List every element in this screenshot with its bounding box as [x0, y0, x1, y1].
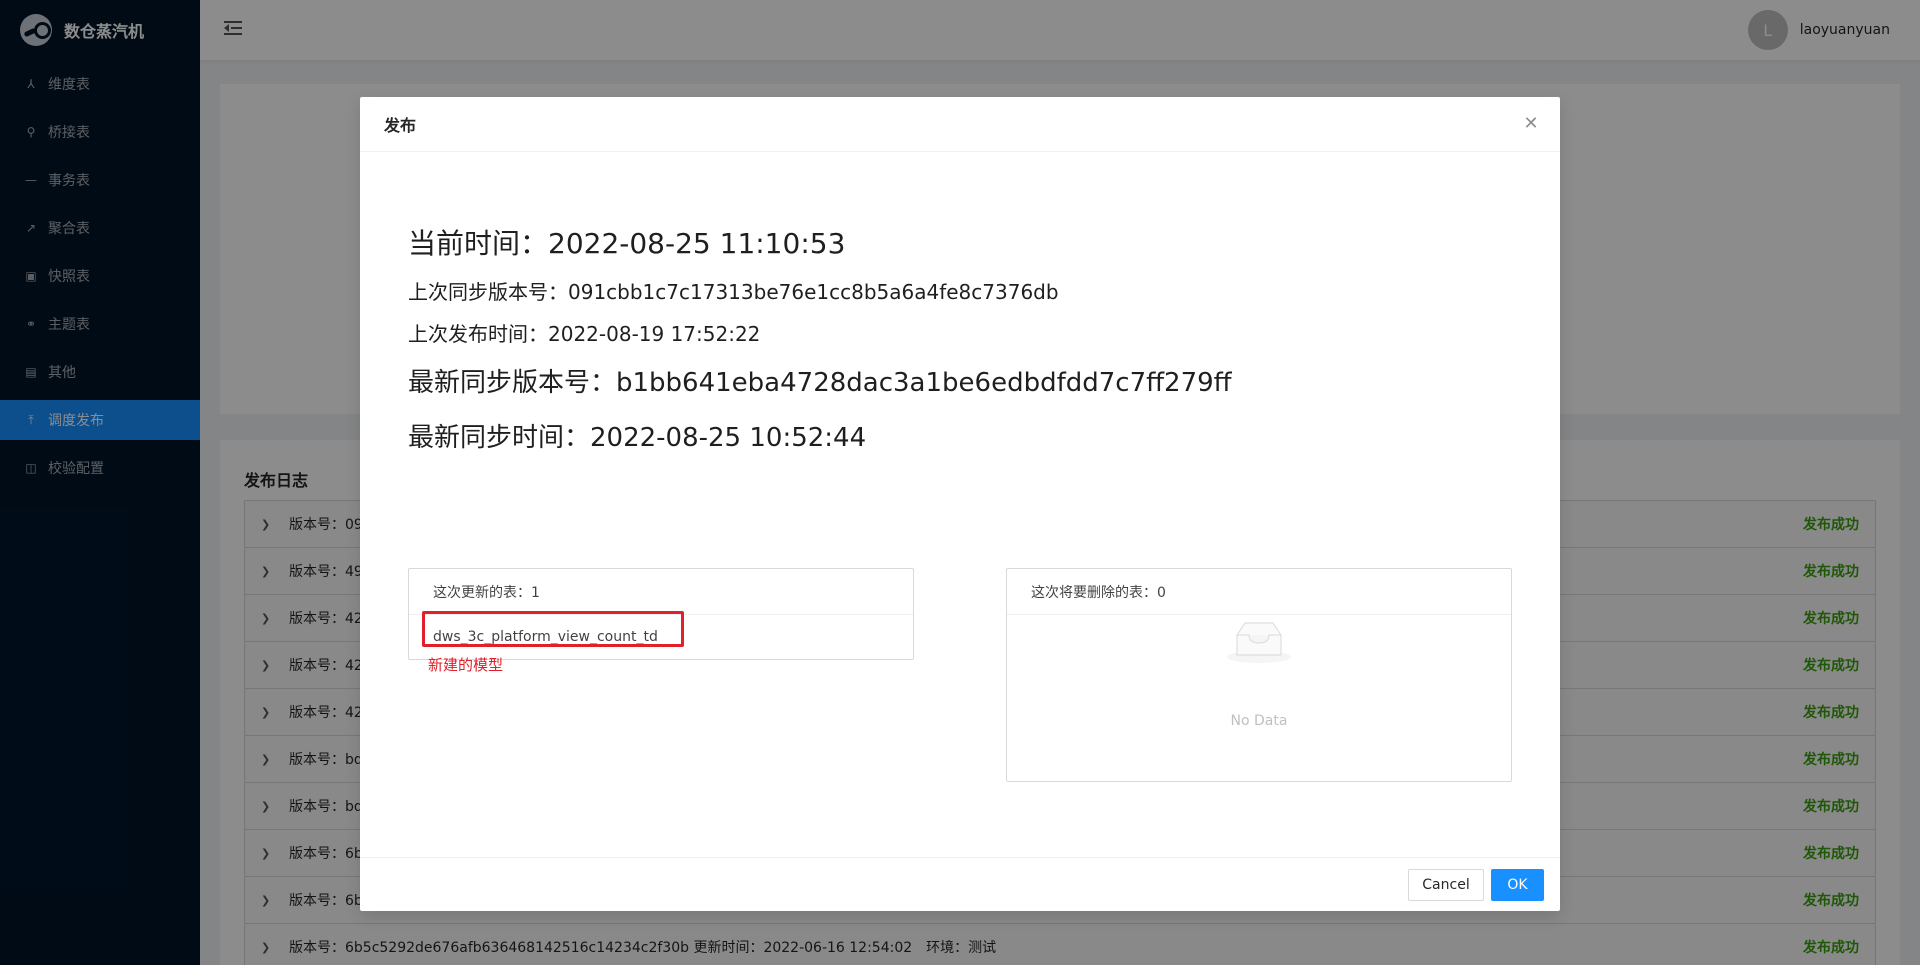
modal-body: 当前时间：2022-08-25 11:10:53 上次同步版本号：091cbb1…	[360, 152, 1560, 856]
highlight-box	[422, 611, 684, 647]
modal-footer: Cancel OK	[360, 857, 1560, 911]
new-model-note: 新建的模型	[428, 656, 504, 674]
publish-modal: 发布 ✕ 当前时间：2022-08-25 11:10:53 上次同步版本号：09…	[360, 97, 1560, 911]
ok-button[interactable]: OK	[1491, 869, 1544, 901]
last-publish-time: 上次发布时间：2022-08-19 17:52:22	[408, 322, 761, 346]
latest-sync-time: 最新同步时间：2022-08-25 10:52:44	[408, 423, 867, 453]
close-icon[interactable]: ✕	[1520, 113, 1542, 135]
cancel-button[interactable]: Cancel	[1408, 869, 1484, 901]
deleted-tables-list: 这次将要删除的表：0 No Data	[1006, 568, 1512, 782]
last-sync-version: 上次同步版本号：091cbb1c7c17313be76e1cc8b5a6a4fe…	[408, 280, 1059, 304]
empty-text: No Data	[1230, 713, 1288, 729]
updated-tables-header: 这次更新的表：1	[409, 569, 913, 615]
current-time: 当前时间：2022-08-25 11:10:53	[408, 227, 846, 260]
latest-sync-version: 最新同步版本号：b1bb641eba4728dac3a1be6edbdfdd7c…	[408, 368, 1232, 398]
inbox-empty-icon	[1227, 622, 1291, 663]
modal-title: 发布	[384, 116, 417, 135]
deleted-tables-header: 这次将要删除的表：0	[1007, 569, 1511, 615]
modal-header: 发布	[360, 97, 1560, 152]
